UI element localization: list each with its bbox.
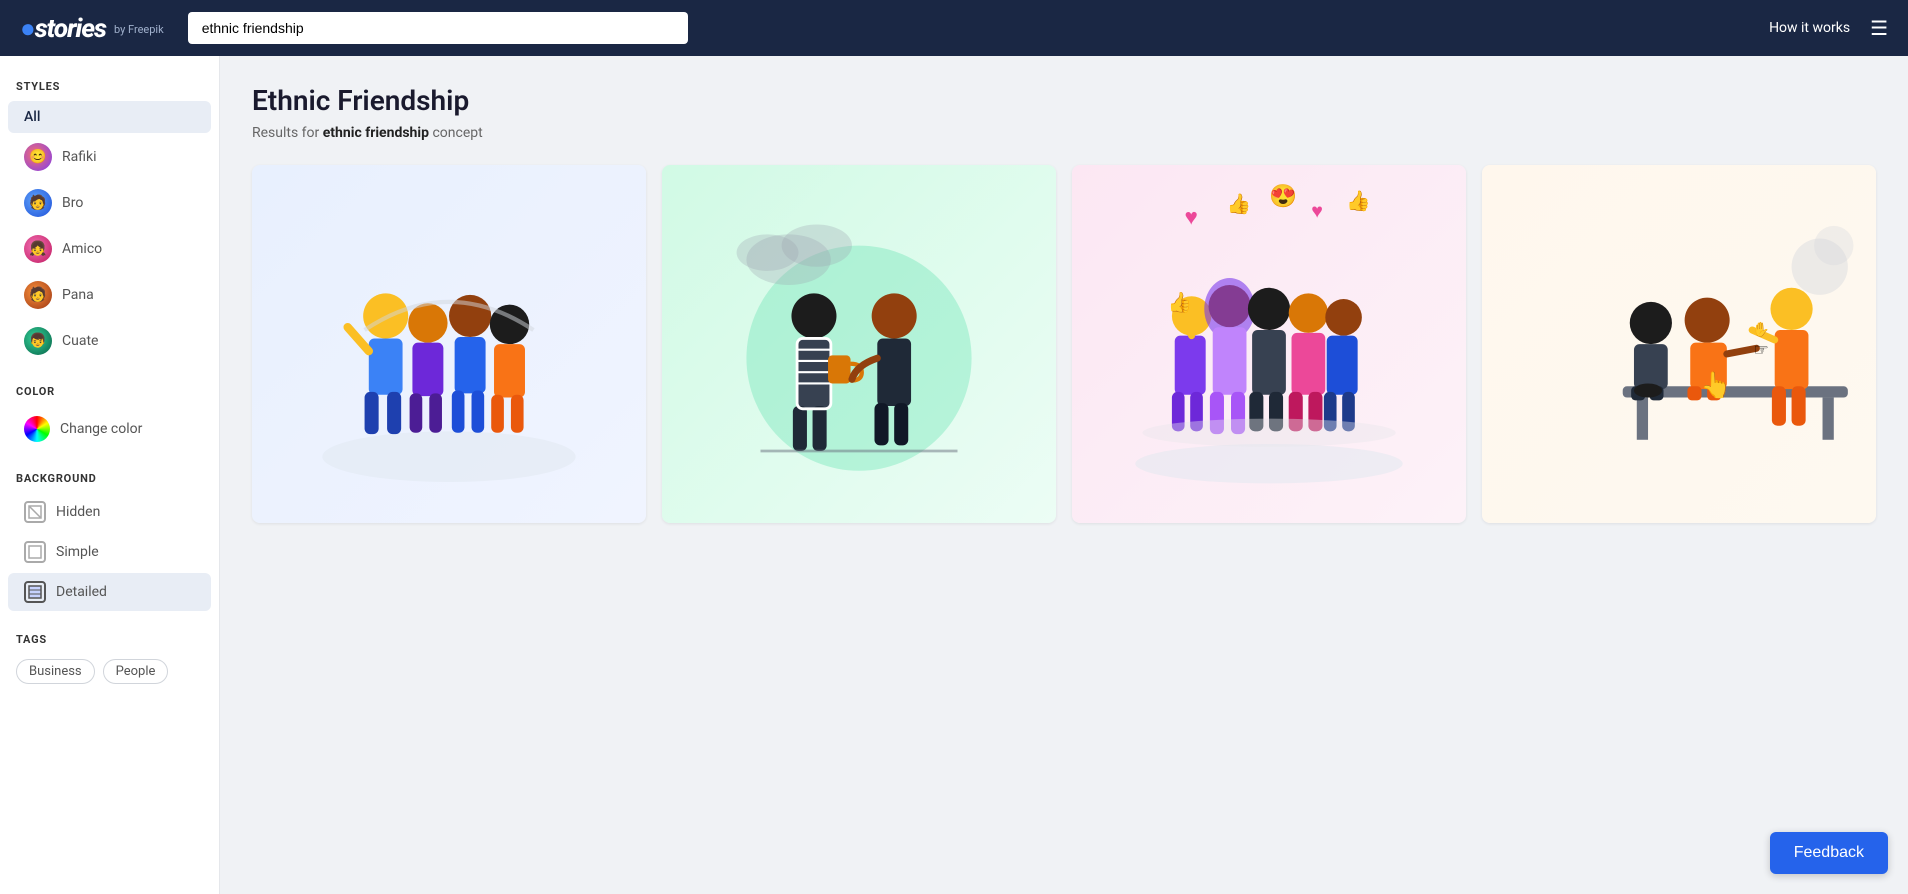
- tag-business[interactable]: Business: [16, 659, 95, 684]
- main-content: Ethnic Friendship Results for ethnic fri…: [220, 56, 1908, 894]
- page-title: Ethnic Friendship: [252, 84, 1876, 117]
- svg-text:👍: 👍: [1168, 291, 1193, 314]
- image-grid: ✎ ⬇ P: [252, 165, 1876, 523]
- svg-text:✋: ✋: [1752, 321, 1770, 338]
- illustration-2: [662, 165, 1056, 523]
- rafiki-label: Rafiki: [62, 149, 97, 165]
- logo-area: ●stories by Freepik: [20, 13, 164, 44]
- card-3-download-btn[interactable]: ⬇: [1422, 213, 1458, 249]
- change-color-button[interactable]: Change color: [8, 408, 211, 450]
- cuate-label: Cuate: [62, 333, 98, 349]
- logo-sub: by Freepik: [114, 23, 164, 36]
- amico-avatar: 👧: [24, 235, 52, 263]
- how-it-works-link[interactable]: How it works: [1769, 20, 1850, 36]
- sidebar-item-rafiki[interactable]: 😊 Rafiki: [8, 135, 211, 179]
- search-bar[interactable]: [188, 12, 688, 44]
- sidebar-item-pana[interactable]: 🧑 Pana: [8, 273, 211, 317]
- all-label: All: [24, 109, 40, 125]
- cuate-avatar: 👦: [24, 327, 52, 355]
- bg-hidden[interactable]: Hidden: [8, 493, 211, 531]
- results-query: ethnic friendship: [323, 125, 429, 141]
- sidebar: STYLES All 😊 Rafiki 🧑 Bro 👧 Amico 🧑 Pana…: [0, 56, 220, 894]
- card-4-customize-btn[interactable]: ✎: [1832, 173, 1868, 209]
- svg-text:😍: 😍: [1269, 183, 1297, 209]
- svg-text:♥: ♥: [1185, 204, 1198, 230]
- card-3-customize-btn[interactable]: ✎: [1422, 173, 1458, 209]
- search-input[interactable]: [188, 12, 688, 44]
- svg-text:👆: 👆: [1700, 370, 1732, 400]
- image-card-3[interactable]: ♥ 👍 😍 ♥ 👍: [1072, 165, 1466, 523]
- main-layout: STYLES All 😊 Rafiki 🧑 Bro 👧 Amico 🧑 Pana…: [0, 56, 1908, 894]
- card-4-download-btn[interactable]: ⬇: [1832, 213, 1868, 249]
- tags-section-title: TAGS: [0, 625, 219, 652]
- logo-icon: ●stories: [20, 13, 106, 44]
- image-card-4[interactable]: ☞ ✋ 👆 ✎ ⬇ P: [1482, 165, 1876, 523]
- image-card-1[interactable]: ✎ ⬇ P: [252, 165, 646, 523]
- card-4-pinterest-btn[interactable]: P: [1832, 253, 1868, 289]
- color-wheel-icon: [24, 416, 50, 442]
- styles-section-title: STYLES: [0, 72, 219, 99]
- header-right: How it works ☰: [1769, 16, 1888, 40]
- color-section-title: COLOR: [0, 377, 219, 404]
- results-suffix: concept: [429, 125, 483, 141]
- card-2-pinterest-btn[interactable]: P: [1012, 253, 1048, 289]
- menu-icon[interactable]: ☰: [1870, 16, 1888, 40]
- pana-avatar: 🧑: [24, 281, 52, 309]
- bro-avatar: 🧑: [24, 189, 52, 217]
- bg-detailed[interactable]: Detailed: [8, 573, 211, 611]
- tags-area: Business People: [0, 652, 219, 691]
- sidebar-item-bro[interactable]: 🧑 Bro: [8, 181, 211, 225]
- sidebar-item-amico[interactable]: 👧 Amico: [8, 227, 211, 271]
- card-1-customize-btn[interactable]: ✎: [602, 173, 638, 209]
- results-subtitle: Results for ethnic friendship concept: [252, 125, 1876, 141]
- illustration-3: ♥ 👍 😍 ♥ 👍: [1072, 165, 1466, 523]
- simple-bg-icon: [24, 541, 46, 563]
- change-color-label: Change color: [60, 421, 142, 437]
- hidden-label: Hidden: [56, 504, 100, 520]
- bro-label: Bro: [62, 195, 83, 211]
- card-1-pinterest-btn[interactable]: P: [602, 253, 638, 289]
- svg-text:👍: 👍: [1227, 192, 1252, 215]
- illustration-1: [252, 165, 646, 523]
- card-1-download-btn[interactable]: ⬇: [602, 213, 638, 249]
- svg-text:👍: 👍: [1346, 190, 1371, 213]
- simple-label: Simple: [56, 544, 99, 560]
- amico-label: Amico: [62, 241, 102, 257]
- card-3-pinterest-btn[interactable]: P: [1422, 253, 1458, 289]
- card-2-download-btn[interactable]: ⬇: [1012, 213, 1048, 249]
- detailed-label: Detailed: [56, 584, 107, 600]
- feedback-button[interactable]: Feedback: [1770, 832, 1888, 874]
- app-header: ●stories by Freepik How it works ☰: [0, 0, 1908, 56]
- background-section-title: BACKGROUND: [0, 464, 219, 491]
- card-2-customize-btn[interactable]: ✎: [1012, 173, 1048, 209]
- hidden-bg-icon: [24, 501, 46, 523]
- bg-simple[interactable]: Simple: [8, 533, 211, 571]
- svg-text:♥: ♥: [1311, 199, 1323, 222]
- detailed-bg-icon: [24, 581, 46, 603]
- svg-text:☞: ☞: [1754, 340, 1769, 360]
- illustration-4: ☞ ✋ 👆: [1482, 165, 1876, 523]
- rafiki-avatar: 😊: [24, 143, 52, 171]
- sidebar-item-cuate[interactable]: 👦 Cuate: [8, 319, 211, 363]
- pana-label: Pana: [62, 287, 94, 303]
- results-prefix: Results for: [252, 125, 323, 141]
- sidebar-item-all[interactable]: All: [8, 101, 211, 133]
- tag-people[interactable]: People: [103, 659, 169, 684]
- image-card-2[interactable]: ✎ ⬇ P: [662, 165, 1056, 523]
